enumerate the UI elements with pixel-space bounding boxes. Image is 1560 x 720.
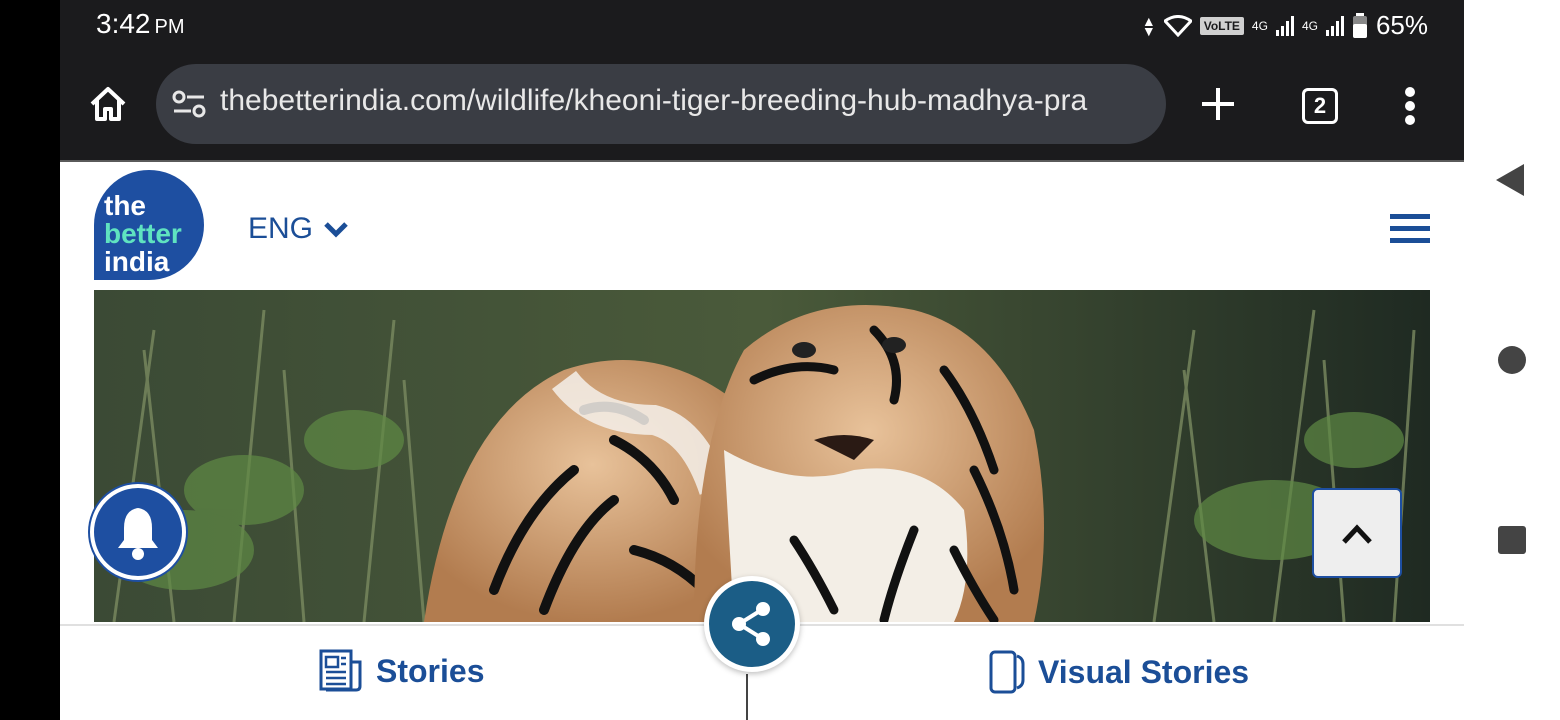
wifi-icon <box>1163 14 1192 37</box>
visual-stories-label: Visual Stories <box>1038 653 1250 690</box>
time-ampm: PM <box>154 16 185 38</box>
phone-screen: 3:42 PM ▲ ▼ VoLTE 4G 4G 65% thebetterindia… <box>60 0 1464 720</box>
hero-image <box>94 290 1430 622</box>
status-icons: ▲ ▼ VoLTE 4G 4G 65% <box>1142 10 1428 41</box>
language-label: ENG <box>248 212 314 245</box>
status-bar: 3:42 PM ▲ ▼ VoLTE 4G 4G 65% <box>60 0 1464 52</box>
url-text[interactable]: thebetterindia.com/wildlife/kheoni-tiger… <box>220 84 1087 118</box>
home-circle-icon[interactable] <box>1496 344 1528 376</box>
data-arrows-icon: ▲ ▼ <box>1141 12 1156 39</box>
signal-bars-icon-2 <box>1325 15 1344 36</box>
battery-percent: 65% <box>1375 10 1428 40</box>
battery-icon <box>1352 12 1367 38</box>
system-navigation-bar <box>1464 0 1560 720</box>
network-type-1: 4G <box>1251 18 1268 33</box>
volte-badge: VoLTE <box>1199 16 1244 35</box>
address-bar[interactable]: thebetterindia.com/wildlife/kheoni-tiger… <box>156 64 1166 144</box>
logo-line-3: india <box>104 246 170 277</box>
network-type-2: 4G <box>1301 18 1318 33</box>
chevron-down-icon <box>324 222 348 238</box>
language-selector[interactable]: ENG <box>248 212 349 246</box>
scroll-to-top-button[interactable] <box>1312 488 1402 578</box>
share-icon <box>732 602 770 646</box>
status-time: 3:42 PM <box>96 8 185 40</box>
home-icon[interactable] <box>88 84 128 124</box>
time-value: 3:42 <box>96 8 151 39</box>
logo-line-2: better <box>104 218 182 249</box>
visual-stories-tab[interactable]: Visual Stories <box>988 648 1249 696</box>
notification-bell-button[interactable] <box>90 484 186 580</box>
browser-toolbar: thebetterindia.com/wildlife/kheoni-tiger… <box>60 52 1464 162</box>
more-menu-icon[interactable] <box>1404 86 1416 126</box>
stories-label: Stories <box>376 652 485 689</box>
share-button[interactable] <box>704 576 800 672</box>
chevron-up-icon <box>1342 524 1372 544</box>
site-logo[interactable]: the better india <box>94 170 204 280</box>
phone-stories-icon <box>989 650 1025 694</box>
stories-tab[interactable]: Stories <box>318 648 484 694</box>
newspaper-icon <box>319 649 362 692</box>
site-settings-icon[interactable] <box>172 90 206 118</box>
bell-icon <box>118 508 158 560</box>
logo-line-1: the <box>104 190 146 221</box>
back-icon[interactable] <box>1494 162 1526 198</box>
left-black-edge <box>0 0 60 720</box>
tiger-photo <box>94 290 1430 622</box>
bottom-nav-divider <box>746 674 748 720</box>
site-header: the better india ENG <box>60 162 1464 290</box>
hamburger-menu-icon[interactable] <box>1390 214 1430 244</box>
new-tab-icon[interactable] <box>1198 84 1238 124</box>
signal-bars-icon <box>1275 15 1294 36</box>
tab-switcher-button[interactable]: 2 <box>1302 88 1338 124</box>
recents-square-icon[interactable] <box>1496 524 1528 556</box>
